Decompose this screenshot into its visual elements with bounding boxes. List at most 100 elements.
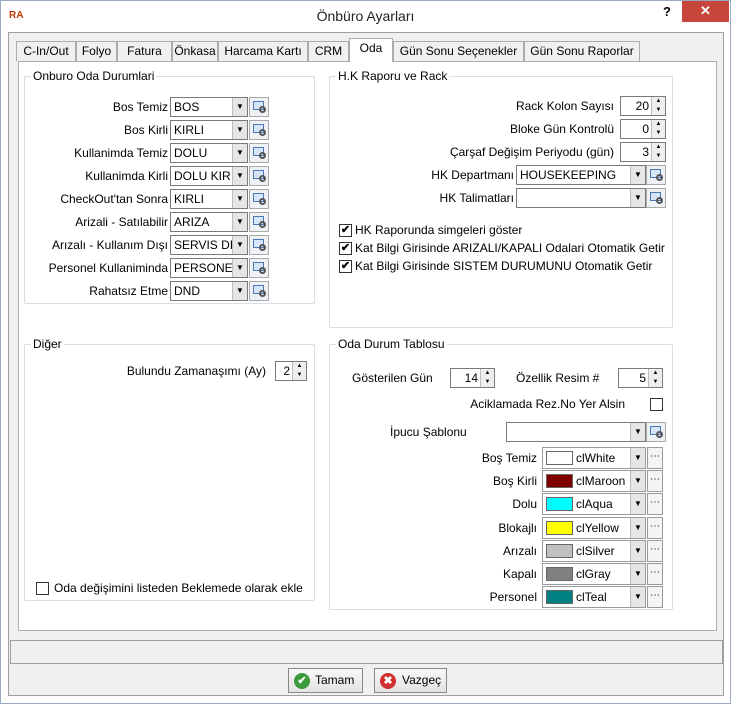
lookup-button[interactable]	[249, 189, 269, 209]
color-picker[interactable]: clAqua ▼	[542, 493, 646, 516]
chevron-down-icon[interactable]: ▼	[630, 448, 645, 468]
onburo-combo[interactable]: DND ▼	[170, 281, 248, 301]
color-picker[interactable]: clYellow ▼	[542, 516, 646, 539]
resim-spin[interactable]: 5 ▲ ▼	[618, 368, 663, 388]
beklemede-checkbox[interactable]	[36, 582, 49, 595]
onburo-combo[interactable]: SERVIS DI ▼	[170, 235, 248, 255]
chevron-down-icon[interactable]: ▼	[630, 471, 645, 492]
color-swatch	[546, 474, 573, 489]
onburo-combo[interactable]: PERSONE ▼	[170, 258, 248, 278]
color-label: Dolu	[512, 497, 537, 512]
onburo-combo[interactable]: KIRLI ▼	[170, 120, 248, 140]
hk-group: H.K Raporu ve Rack Rack Kolon Sayısı 20 ▲…	[329, 69, 673, 328]
spin-buttons-icon[interactable]: ▲ ▼	[651, 120, 665, 138]
dept-combo[interactable]: HOUSEKEEPING ▼	[516, 165, 646, 185]
tab-0[interactable]: C-In/Out	[16, 41, 76, 61]
dept-lookup-button[interactable]	[646, 165, 666, 185]
rack-label: Rack Kolon Sayısı	[515, 99, 614, 113]
talimat-lookup-button[interactable]	[646, 188, 666, 208]
color-picker[interactable]: clSilver ▼	[542, 539, 646, 562]
onburo-combo[interactable]: DOLU ▼	[170, 143, 248, 163]
chevron-down-icon[interactable]: ▼	[630, 517, 645, 538]
color-picker[interactable]: clMaroon ▼	[542, 470, 646, 493]
talimat-combo[interactable]: ▼	[516, 188, 646, 208]
more-dots-button[interactable]: ⋯	[647, 447, 663, 469]
carsaf-spin[interactable]: 3 ▲ ▼	[620, 142, 666, 162]
ipucu-lookup-button[interactable]	[646, 422, 666, 442]
onburo-combo[interactable]: BOS ▼	[170, 97, 248, 117]
hk-checkbox[interactable]: ✔	[339, 260, 352, 273]
hk-checkbox[interactable]: ✔	[339, 224, 352, 237]
tab-8[interactable]: Gün Sonu Raporlar	[524, 41, 640, 61]
chevron-down-icon[interactable]: ▼	[232, 282, 247, 300]
color-picker[interactable]: clWhite ▼	[542, 447, 646, 469]
chevron-down-icon[interactable]: ▼	[630, 494, 645, 515]
chevron-down-icon[interactable]: ▼	[630, 166, 645, 184]
tab-7[interactable]: Gün Sonu Seçenekler	[393, 41, 524, 61]
lookup-button[interactable]	[249, 166, 269, 186]
gun-spin[interactable]: 14 ▲ ▼	[450, 368, 495, 388]
chevron-down-icon[interactable]: ▼	[630, 540, 645, 561]
cancel-button[interactable]: ✖ Vazgeç	[374, 668, 447, 693]
lookup-button[interactable]	[249, 120, 269, 140]
blok-spin[interactable]: 0 ▲ ▼	[620, 119, 666, 139]
more-dots-button[interactable]: ⋯	[647, 493, 663, 516]
chevron-down-icon[interactable]: ▼	[232, 167, 247, 185]
more-dots-button[interactable]: ⋯	[647, 470, 663, 493]
onburo-combo[interactable]: DOLU KIR ▼	[170, 166, 248, 186]
tab-6[interactable]: Oda	[349, 38, 393, 62]
chevron-down-icon[interactable]: ▼	[630, 423, 645, 441]
chevron-down-icon[interactable]: ▼	[232, 144, 247, 162]
lookup-button[interactable]	[249, 281, 269, 301]
lookup-button[interactable]	[249, 235, 269, 255]
rack-spin[interactable]: 20 ▲ ▼	[620, 96, 666, 116]
hk-group-title: H.K Raporu ve Rack	[336, 69, 450, 83]
chevron-down-icon[interactable]: ▼	[630, 587, 645, 608]
dept-label: HK Departmanı	[431, 168, 514, 182]
spin-buttons-icon[interactable]: ▲ ▼	[648, 369, 662, 387]
color-picker[interactable]: clGray ▼	[542, 563, 646, 585]
color-swatch	[546, 497, 573, 512]
help-button[interactable]: ?	[656, 4, 678, 24]
chevron-down-icon[interactable]: ▼	[232, 98, 247, 116]
lookup-button[interactable]	[249, 258, 269, 278]
chevron-down-icon[interactable]: ▼	[630, 564, 645, 584]
more-dots-button[interactable]: ⋯	[647, 516, 663, 539]
lookup-button[interactable]	[249, 97, 269, 117]
chevron-down-icon[interactable]: ▼	[232, 259, 247, 277]
more-dots-button[interactable]: ⋯	[647, 586, 663, 609]
chevron-down-icon[interactable]: ▼	[232, 190, 247, 208]
onburo-combo[interactable]: KIRLI ▼	[170, 189, 248, 209]
cancel-x-icon: ✖	[380, 673, 396, 689]
ipucu-label: İpucu Şablonu	[390, 425, 467, 439]
chevron-down-icon[interactable]: ▼	[232, 236, 247, 254]
oda-durum-group-title: Oda Durum Tablosu	[336, 337, 447, 351]
spin-buttons-icon[interactable]: ▲ ▼	[480, 369, 494, 387]
tab-4[interactable]: Harcama Kartı	[218, 41, 308, 61]
more-dots-button[interactable]: ⋯	[647, 563, 663, 585]
color-name: clAqua	[576, 497, 613, 512]
onburo-value: ARIZA	[174, 215, 210, 229]
ipucu-combo[interactable]: ▼	[506, 422, 646, 442]
tab-5[interactable]: CRM	[308, 41, 349, 61]
color-picker[interactable]: clTeal ▼	[542, 586, 646, 609]
tab-2[interactable]: Fatura	[117, 41, 172, 61]
zaman-spin[interactable]: 2 ▲ ▼	[275, 361, 307, 381]
chevron-down-icon[interactable]: ▼	[232, 213, 247, 231]
lookup-button[interactable]	[249, 143, 269, 163]
spin-buttons-icon[interactable]: ▲ ▼	[292, 362, 306, 380]
spin-buttons-icon[interactable]: ▲ ▼	[651, 97, 665, 115]
ok-button[interactable]: ✔ Tamam	[288, 668, 363, 693]
more-dots-button[interactable]: ⋯	[647, 539, 663, 562]
chevron-down-icon[interactable]: ▼	[630, 189, 645, 207]
hk-checkbox[interactable]: ✔	[339, 242, 352, 255]
lookup-button[interactable]	[249, 212, 269, 232]
onburo-combo[interactable]: ARIZA ▼	[170, 212, 248, 232]
color-name: clYellow	[576, 520, 619, 535]
tab-3[interactable]: Önkasa	[172, 41, 218, 61]
aciklama-checkbox[interactable]	[650, 398, 663, 411]
close-button[interactable]: ✕	[682, 1, 729, 22]
chevron-down-icon[interactable]: ▼	[232, 121, 247, 139]
tab-1[interactable]: Folyo	[76, 41, 117, 61]
spin-buttons-icon[interactable]: ▲ ▼	[651, 143, 665, 161]
